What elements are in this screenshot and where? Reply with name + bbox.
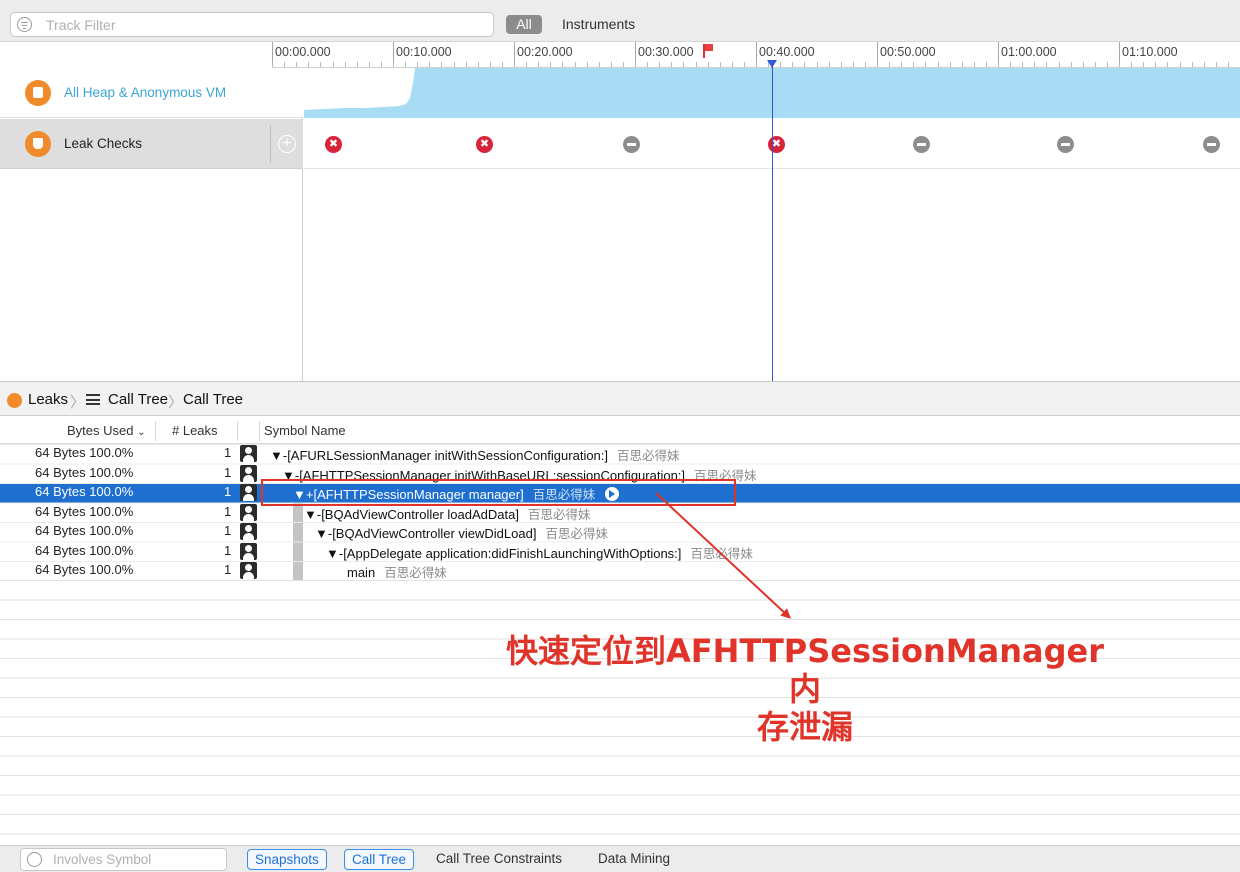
- tab-snapshots[interactable]: Snapshots: [247, 849, 327, 870]
- involves-symbol-placeholder: Involves Symbol: [53, 852, 152, 867]
- tab-data-mining[interactable]: Data Mining: [591, 849, 677, 870]
- tab-call-tree-constraints[interactable]: Call Tree Constraints: [429, 849, 569, 870]
- annotation-line-2: 存泄漏: [756, 708, 853, 746]
- tab-call-tree[interactable]: Call Tree: [344, 849, 415, 870]
- annotation-text: 快速定位到AFHTTPSessionManager内 存泄漏: [505, 632, 1105, 746]
- filter-icon: [27, 852, 42, 867]
- annotation-arrow: [655, 492, 791, 619]
- annotation-line-1: 快速定位到AFHTTPSessionManager内: [505, 632, 1105, 708]
- bottom-bar: Involves Symbol Snapshots Call Tree Call…: [0, 845, 1240, 872]
- involves-symbol-field[interactable]: Involves Symbol: [20, 848, 227, 871]
